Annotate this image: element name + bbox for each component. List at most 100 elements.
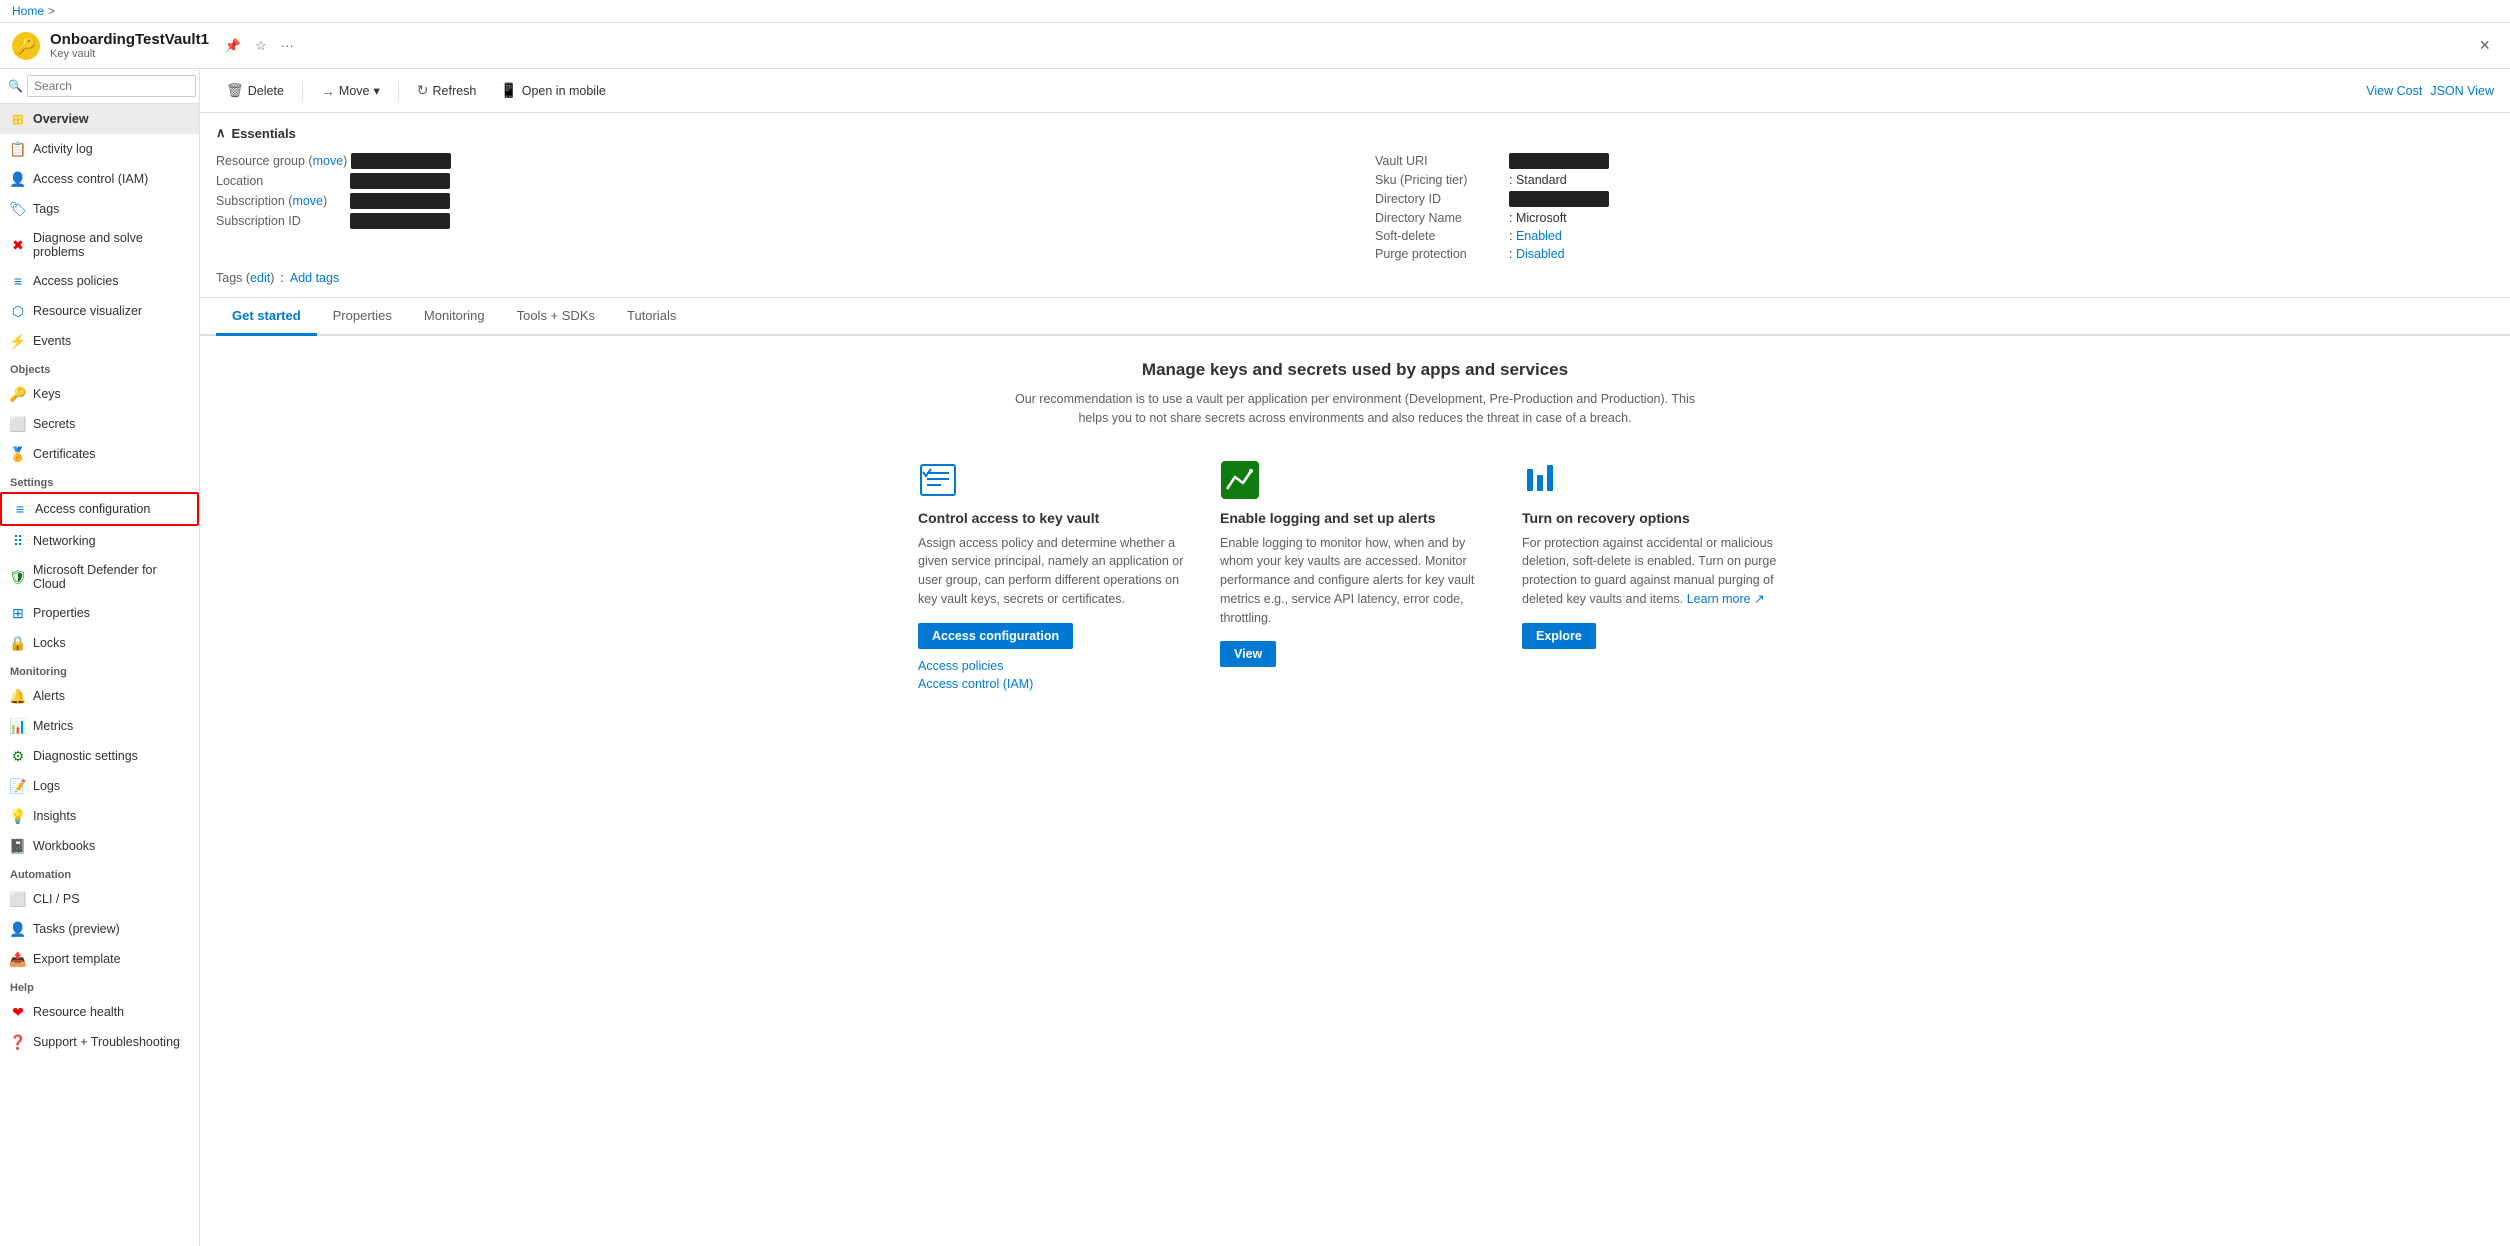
sidebar-item-secrets[interactable]: ⬜ Secrets (0, 409, 199, 439)
subscription-move[interactable]: move (292, 194, 323, 208)
access-policies-icon: ≡ (10, 273, 26, 289)
sidebar-item-networking[interactable]: ⠿ Networking (0, 526, 199, 556)
access-configuration-button[interactable]: Access configuration (918, 623, 1073, 649)
tab-properties[interactable]: Properties (317, 298, 408, 336)
top-right-links: View Cost JSON View (2366, 84, 2494, 98)
sidebar: 🔍 ✕ ⊞ Overview 📋 Activity log 👤 Access c… (0, 69, 200, 1246)
sidebar-item-label: Keys (33, 387, 61, 401)
card-icon-checklist (918, 460, 958, 500)
essentials-left: Resource group (move) Location Subscript… (216, 151, 1335, 263)
sidebar-item-alerts[interactable]: 🔔 Alerts (0, 681, 199, 711)
toolbar: 🗑 Delete → Move ▾ ↻ Refresh 📱 Open in mo… (200, 69, 2510, 113)
sidebar-item-insights[interactable]: 💡 Insights (0, 801, 199, 831)
sidebar-item-certificates[interactable]: 🏅 Certificates (0, 439, 199, 469)
open-mobile-button[interactable]: 📱 Open in mobile (490, 77, 616, 104)
add-tags-link[interactable]: Add tags (290, 271, 339, 285)
sidebar-item-resource-health[interactable]: ❤ Resource health (0, 997, 199, 1027)
get-started-content: Manage keys and secrets used by apps and… (200, 336, 2510, 715)
export-icon: 📤 (10, 951, 26, 967)
delete-icon: 🗑 (226, 82, 244, 99)
card-title-logging: Enable logging and set up alerts (1220, 510, 1435, 526)
move-chevron: ▾ (374, 83, 380, 98)
sidebar-item-diagnose[interactable]: ✖ Diagnose and solve problems (0, 224, 199, 266)
resource-group-row: Resource group (move) (216, 151, 1335, 171)
alerts-icon: 🔔 (10, 688, 26, 704)
sidebar-item-access-control-iam[interactable]: 👤 Access control (IAM) (0, 164, 199, 194)
sidebar-item-label: Secrets (33, 417, 75, 431)
defender-icon: 🛡 (10, 569, 26, 585)
sidebar-item-logs[interactable]: 📝 Logs (0, 771, 199, 801)
card-icon-graph (1220, 460, 1260, 500)
sidebar-item-resource-visualizer[interactable]: ⬡ Resource visualizer (0, 296, 199, 326)
tab-monitoring[interactable]: Monitoring (408, 298, 501, 336)
activity-log-icon: 📋 (10, 141, 26, 157)
refresh-button[interactable]: ↻ Refresh (407, 77, 487, 104)
essentials-header[interactable]: ∧ Essentials (216, 125, 2494, 141)
json-view-link[interactable]: JSON View (2430, 84, 2494, 98)
sidebar-item-tasks-preview[interactable]: 👤 Tasks (preview) (0, 914, 199, 944)
sidebar-item-keys[interactable]: 🔑 Keys (0, 379, 199, 409)
sidebar-item-label: CLI / PS (33, 892, 80, 906)
sidebar-item-export-template[interactable]: 📤 Export template (0, 944, 199, 974)
sidebar-item-activity-log[interactable]: 📋 Activity log (0, 134, 199, 164)
soft-delete-link[interactable]: Enabled (1516, 229, 1562, 243)
sidebar-item-cli-ps[interactable]: ⬜ CLI / PS (0, 884, 199, 914)
star-button[interactable]: ☆ (251, 34, 271, 58)
resource-group-move[interactable]: move (313, 154, 344, 168)
sidebar-item-label: Resource health (33, 1005, 124, 1019)
page-header: 🔑 OnboardingTestVault1 Key vault 📌 ☆ ···… (0, 23, 2510, 69)
section-monitoring: Monitoring (0, 658, 199, 681)
access-control-iam-card-link[interactable]: Access control (IAM) (918, 677, 1033, 691)
sidebar-item-label: Diagnostic settings (33, 749, 138, 763)
essentials-right: Vault URI Sku (Pricing tier) : Standard … (1375, 151, 2494, 263)
tab-tools-sdks[interactable]: Tools + SDKs (501, 298, 611, 336)
essentials-section: ∧ Essentials Resource group (move) Locat… (200, 113, 2510, 298)
resource-health-icon: ❤ (10, 1004, 26, 1020)
sidebar-item-diagnostic-settings[interactable]: ⚙ Diagnostic settings (0, 741, 199, 771)
soft-delete-row: Soft-delete : Enabled (1375, 227, 2494, 245)
close-button[interactable]: × (2471, 31, 2498, 60)
tab-get-started[interactable]: Get started (216, 298, 317, 336)
access-policies-card-link[interactable]: Access policies (918, 659, 1033, 673)
sidebar-item-label: Logs (33, 779, 60, 793)
card-desc-control-access: Assign access policy and determine wheth… (918, 534, 1188, 609)
breadcrumb-home[interactable]: Home (12, 4, 44, 18)
tags-edit-link[interactable]: edit (250, 271, 270, 285)
sidebar-item-properties[interactable]: ⊞ Properties (0, 598, 199, 628)
pin-button[interactable]: 📌 (221, 34, 245, 58)
search-input[interactable] (27, 75, 196, 97)
sidebar-item-access-configuration[interactable]: ≡ Access configuration (0, 492, 199, 526)
more-button[interactable]: ··· (277, 34, 298, 57)
sidebar-item-label: Overview (33, 112, 89, 126)
sidebar-item-workbooks[interactable]: 📓 Workbooks (0, 831, 199, 861)
sidebar-item-metrics[interactable]: 📊 Metrics (0, 711, 199, 741)
logs-icon: 📝 (10, 778, 26, 794)
view-cost-link[interactable]: View Cost (2366, 84, 2422, 98)
sidebar-item-label: Access policies (33, 274, 118, 288)
move-button[interactable]: → Move ▾ (311, 78, 390, 104)
delete-button[interactable]: 🗑 Delete (216, 77, 294, 104)
vault-icon: 🔑 (12, 32, 40, 60)
sidebar-item-label: Locks (33, 636, 66, 650)
learn-more-link[interactable]: Learn more ↗ (1687, 592, 1765, 606)
view-button[interactable]: View (1220, 641, 1276, 667)
tags-row: Tags (edit) : Add tags (216, 263, 2494, 285)
page-subtitle: Key vault (50, 48, 209, 60)
explore-button[interactable]: Explore (1522, 623, 1596, 649)
card-icon-bars (1522, 460, 1562, 500)
sidebar-item-access-policies[interactable]: ≡ Access policies (0, 266, 199, 296)
certificates-icon: 🏅 (10, 446, 26, 462)
tab-tutorials[interactable]: Tutorials (611, 298, 692, 336)
sidebar-item-support-troubleshooting[interactable]: ❓ Support + Troubleshooting (0, 1027, 199, 1057)
purge-protection-link[interactable]: Disabled (1516, 247, 1565, 261)
sidebar-item-overview[interactable]: ⊞ Overview (0, 104, 199, 134)
sidebar-item-locks[interactable]: 🔒 Locks (0, 628, 199, 658)
sidebar-item-defender[interactable]: 🛡 Microsoft Defender for Cloud (0, 556, 199, 598)
refresh-icon: ↻ (417, 82, 429, 99)
directory-id-row: Directory ID (1375, 189, 2494, 209)
sidebar-item-events[interactable]: ⚡ Events (0, 326, 199, 356)
cards-container: Control access to key vault Assign acces… (918, 460, 1792, 691)
tabs: Get started Properties Monitoring Tools … (200, 298, 2510, 336)
support-icon: ❓ (10, 1034, 26, 1050)
sidebar-item-tags[interactable]: 🏷 Tags (0, 194, 199, 224)
